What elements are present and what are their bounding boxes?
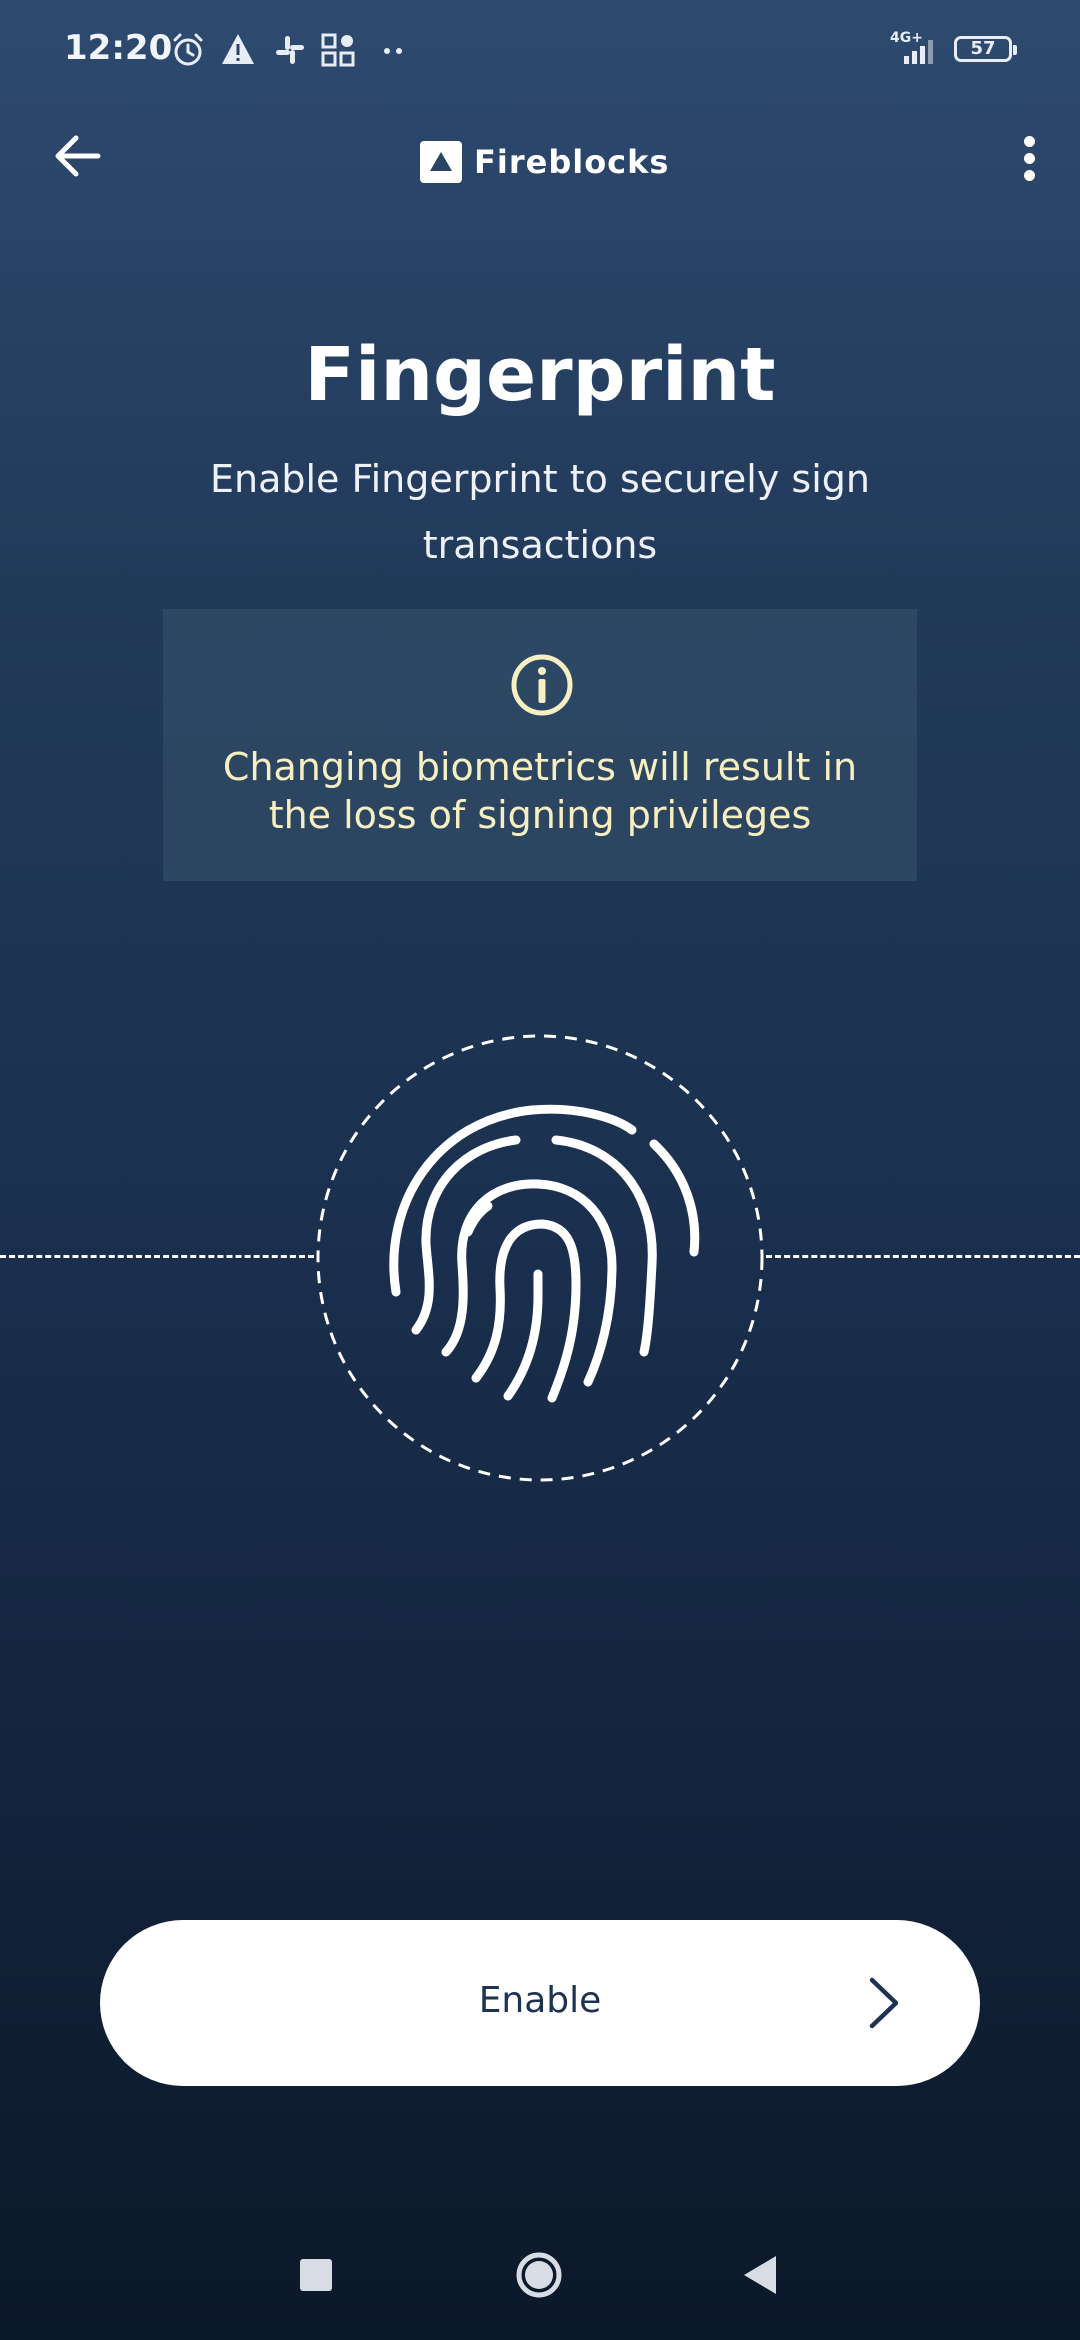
fingerprint-icon [316, 1034, 764, 1482]
menu-dot [1024, 170, 1035, 181]
signal-icon [904, 40, 933, 64]
warning-icon [222, 34, 254, 64]
recent-apps-button[interactable] [300, 2259, 332, 2291]
fireblocks-logo-icon [420, 141, 462, 183]
scanner-guide-line-left [0, 1255, 314, 1258]
widgets-icon [321, 33, 355, 67]
enable-button-label: Enable [478, 1980, 602, 2021]
warning-box: Changing biometrics will result in the l… [163, 609, 917, 881]
more-vertical-icon [1024, 136, 1035, 147]
back-button[interactable] [48, 126, 108, 186]
chevron-right-icon [869, 1977, 899, 2029]
battery-level: 57 [970, 38, 996, 59]
more-options-button[interactable] [1010, 128, 1050, 188]
system-back-button[interactable] [742, 2254, 778, 2296]
battery-icon: 57 [954, 36, 1017, 62]
menu-dot [1024, 153, 1035, 164]
more-notifications-icon [384, 48, 402, 54]
arrow-left-icon [55, 135, 101, 177]
status-time: 12:20 [64, 28, 173, 68]
fingerprint-scanner[interactable] [316, 1034, 764, 1482]
warning-text: Changing biometrics will result in the l… [222, 745, 858, 837]
enable-button[interactable]: Enable [100, 1920, 980, 2086]
alarm-icon [173, 33, 203, 66]
brand-name: Fireblocks [474, 143, 670, 181]
info-icon [511, 654, 573, 716]
slack-icon [276, 36, 304, 64]
scanner-guide-line-right [766, 1255, 1080, 1258]
status-bar: 12:20 4G+ 57 [0, 0, 1080, 100]
brand: Fireblocks [420, 138, 669, 186]
page-title: Fingerprint [304, 332, 776, 418]
status-right-icons: 4G+ 57 [890, 30, 1040, 70]
page-description: Enable Fingerprint to securely sign tran… [210, 457, 870, 567]
home-button[interactable] [514, 2250, 564, 2300]
